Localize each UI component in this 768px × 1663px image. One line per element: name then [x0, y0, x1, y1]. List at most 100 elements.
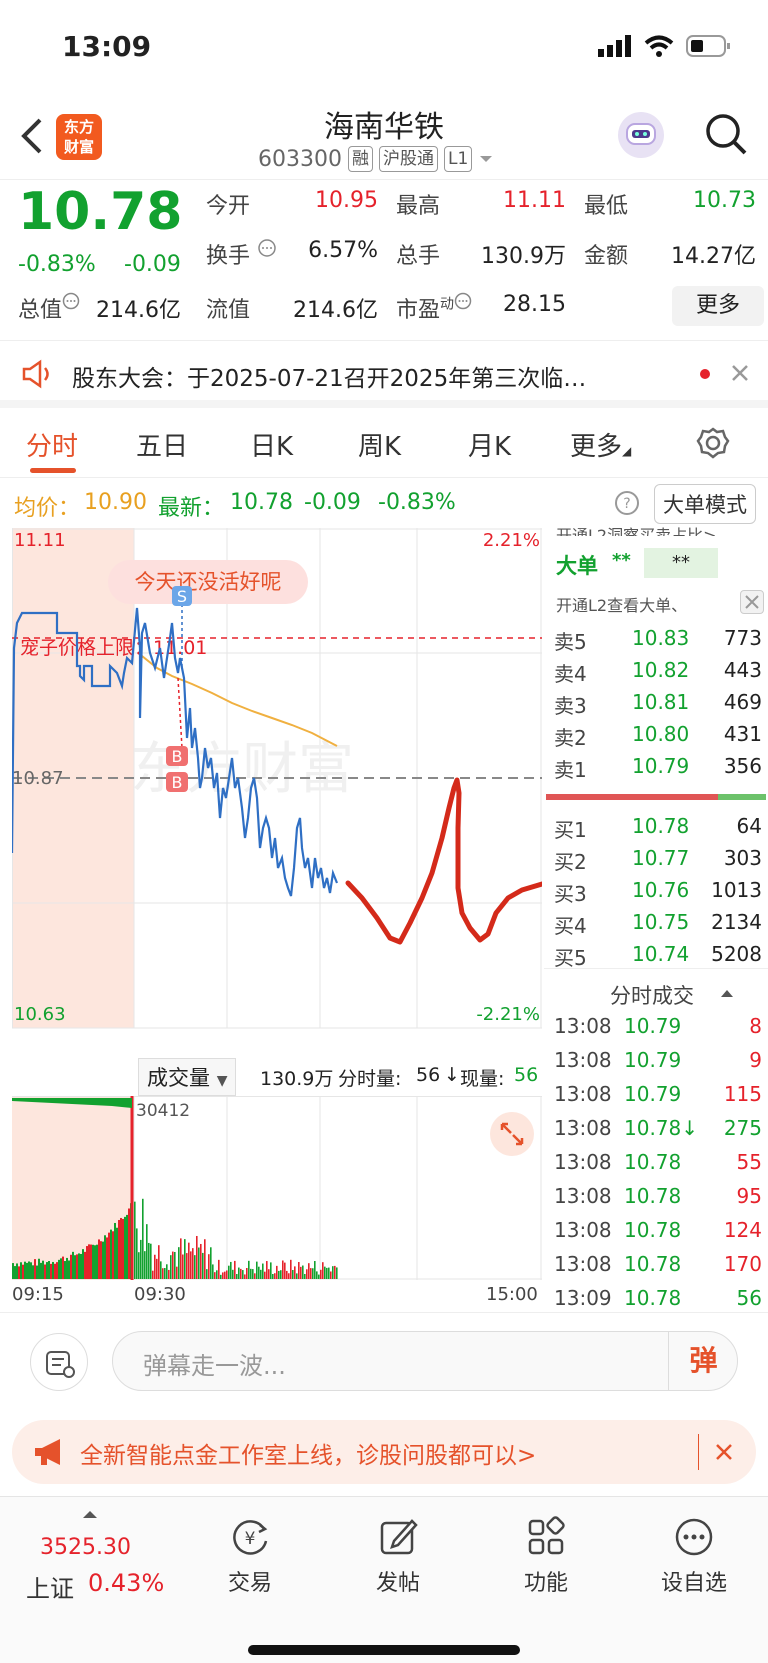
volume-bar — [34, 1259, 36, 1279]
volume-bar — [56, 1262, 58, 1279]
volume-bar — [328, 1267, 330, 1279]
mktcap-label: 总值 — [18, 292, 80, 324]
change-abs: -0.09 — [124, 252, 181, 277]
volume-bar — [134, 1201, 136, 1279]
bid-row-3[interactable]: 买3 10.76 1013 — [554, 876, 768, 906]
close-icon[interactable] — [714, 1442, 734, 1462]
volume-bar — [310, 1268, 312, 1279]
volume-chart[interactable]: 30412 — [12, 1096, 542, 1280]
bid-row-4[interactable]: 买4 10.75 2134 — [554, 908, 768, 938]
volume-bar — [44, 1264, 46, 1279]
announcement-bar[interactable]: 股东大会：于2025-07-21召开2025年第三次临… — [0, 340, 768, 408]
nav-watchlist[interactable]: 设自选 — [644, 1515, 744, 1597]
volume-bar — [88, 1244, 90, 1279]
volume-bar — [122, 1218, 124, 1279]
volume-bar — [156, 1258, 158, 1279]
volume-bar — [194, 1255, 196, 1279]
speaker-icon — [22, 359, 49, 389]
volume-bar — [22, 1264, 24, 1279]
volume-bar — [102, 1241, 104, 1279]
volume-bar — [264, 1271, 266, 1279]
l2-promo-top[interactable]: 开通L2洞察买卖占比> — [556, 522, 756, 536]
close-icon[interactable] — [730, 363, 750, 383]
settings-icon[interactable] — [696, 426, 730, 460]
volume-bar — [242, 1270, 244, 1279]
tab-intraday[interactable]: 分时 — [26, 426, 78, 463]
volume-bar — [152, 1270, 154, 1279]
volume-bar — [46, 1262, 48, 1279]
volume-bar — [232, 1269, 234, 1279]
promo-close-button[interactable] — [740, 590, 764, 614]
tab-monthly-k[interactable]: 月K — [468, 426, 511, 463]
volume-bar — [54, 1263, 56, 1279]
info-icon[interactable] — [62, 292, 80, 310]
stock-code-row[interactable]: 603300 融 沪股通 L1 — [258, 146, 494, 172]
pct-top-label: 2.21% — [483, 530, 540, 551]
search-icon[interactable] — [704, 112, 748, 156]
promo-banner[interactable]: 全新智能点金工作室上线，诊股问股都可以> — [12, 1420, 756, 1484]
tab-more[interactable]: 更多◢ — [570, 426, 631, 463]
nav-trade[interactable]: ¥ 交易 — [200, 1515, 300, 1597]
mktcap-value: 214.6亿 — [96, 298, 181, 323]
ask-row-5[interactable]: 卖5 10.83 773 — [554, 624, 768, 654]
caret-up-icon[interactable] — [720, 988, 734, 998]
volume-bar — [318, 1274, 320, 1279]
volume-bar — [40, 1262, 42, 1279]
trades-title[interactable]: 分时成交 — [610, 980, 694, 1010]
more-dots-icon — [675, 1518, 713, 1556]
tab-five-day[interactable]: 五日 — [136, 426, 188, 463]
volume-bar — [154, 1254, 156, 1279]
expand-button[interactable] — [490, 1112, 534, 1156]
l2-promo-bottom[interactable]: 开通L2查看大单、 — [556, 592, 728, 614]
tab-daily-k[interactable]: 日K — [250, 426, 293, 463]
volume-bar — [238, 1267, 240, 1279]
home-indicator — [248, 1645, 520, 1655]
ask-row-3[interactable]: 卖3 10.81 469 — [554, 688, 768, 718]
wifi-icon — [644, 35, 674, 57]
volume-selector[interactable]: 成交量 ▼ — [138, 1058, 237, 1096]
assistant-avatar[interactable] — [618, 112, 664, 158]
volume-bar — [100, 1241, 102, 1279]
help-icon[interactable]: ? — [614, 490, 640, 516]
volume-bar — [332, 1266, 334, 1279]
volume-bar — [322, 1262, 324, 1279]
volume-bar — [330, 1271, 332, 1279]
volume-bar — [260, 1269, 262, 1279]
battery-icon — [686, 35, 730, 57]
intraday-price-chart[interactable]: 东方财富 11.11 10.63 2.21% -2.21% 10.87 宠子价格… — [12, 528, 542, 1056]
info-icon[interactable] — [257, 238, 277, 258]
ask-row-1[interactable]: 卖1 10.79 356 — [554, 752, 768, 782]
more-button[interactable]: 更多 — [672, 286, 764, 326]
amount-label: 金额 — [584, 244, 629, 269]
volume-bar — [252, 1269, 254, 1279]
volume-bar — [164, 1268, 166, 1279]
volume-bar — [94, 1245, 96, 1279]
volume-bar — [64, 1261, 66, 1279]
volume-bar — [66, 1257, 68, 1279]
big-order-mode-button[interactable]: 大单模式 — [654, 484, 756, 524]
bid-row-2[interactable]: 买2 10.77 303 — [554, 844, 768, 874]
volume-bar — [186, 1253, 188, 1279]
volume-bar — [210, 1247, 212, 1279]
bid-row-5[interactable]: 买5 10.74 5208 — [554, 940, 768, 970]
turnover-value: 6.57% — [308, 238, 378, 263]
volume-bar — [172, 1251, 174, 1279]
danmaku-bubble[interactable]: 今天还没活好呢 — [135, 570, 282, 594]
danmaku-input[interactable]: 弹幕走一波... — [112, 1331, 738, 1391]
volume-bar — [204, 1239, 206, 1279]
volume-bar — [74, 1255, 76, 1279]
volume-bar — [176, 1266, 178, 1279]
volume-bar — [230, 1261, 232, 1279]
low-label: 最低 — [584, 194, 629, 219]
nav-functions[interactable]: 功能 — [496, 1515, 596, 1597]
danmaku-settings-icon — [46, 1351, 75, 1378]
send-danmaku-button[interactable]: 弹 — [668, 1331, 738, 1391]
info-icon[interactable] — [454, 292, 472, 310]
danmaku-settings-button[interactable] — [30, 1333, 88, 1391]
ask-row-4[interactable]: 卖4 10.82 443 — [554, 656, 768, 686]
ask-row-2[interactable]: 卖2 10.80 431 — [554, 720, 768, 750]
svg-text:B: B — [172, 773, 183, 792]
tab-weekly-k[interactable]: 周K — [358, 426, 401, 463]
nav-post[interactable]: 发帖 — [348, 1515, 448, 1597]
bid-row-1[interactable]: 买1 10.78 64 — [554, 812, 768, 842]
